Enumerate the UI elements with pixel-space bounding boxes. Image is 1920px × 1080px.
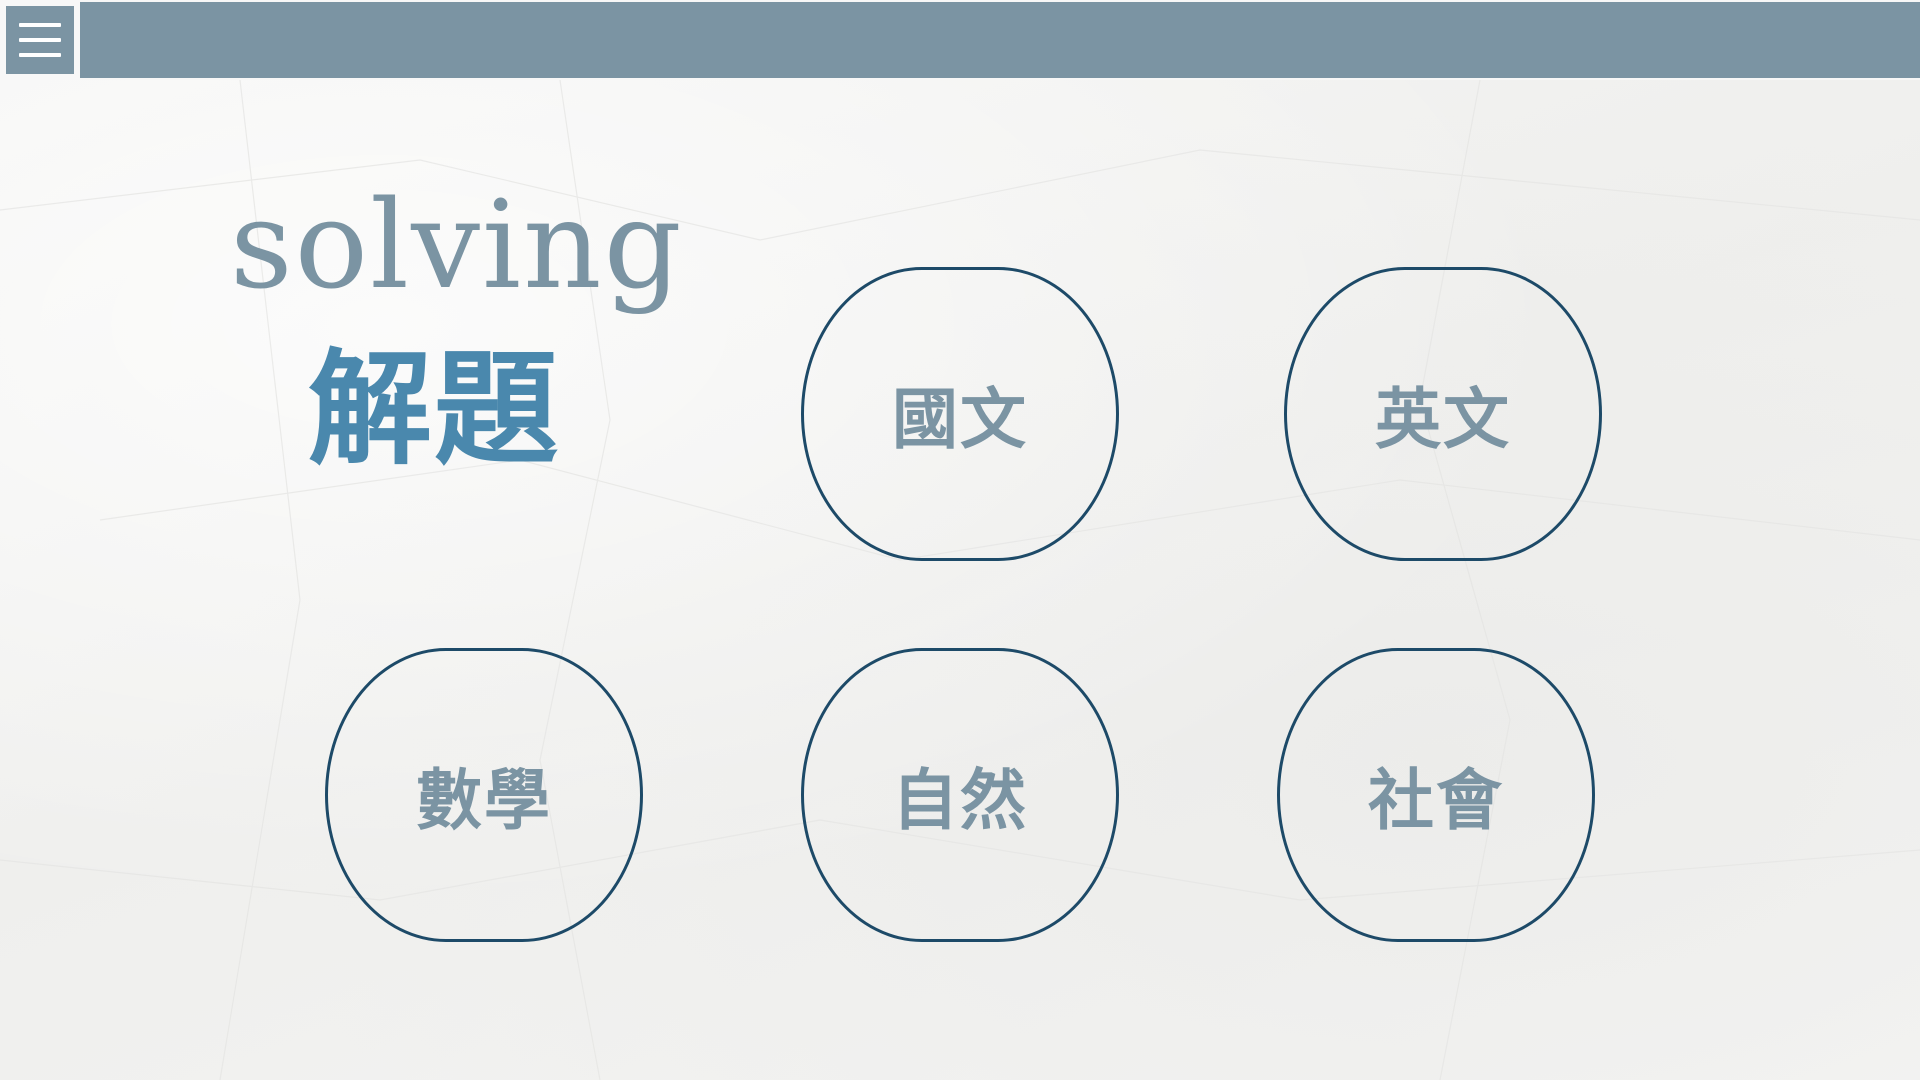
subject-button-english[interactable]: 英文 bbox=[1284, 267, 1602, 561]
subject-label: 國文 bbox=[892, 381, 1028, 458]
subject-button-chinese[interactable]: 國文 bbox=[801, 267, 1119, 561]
subject-label: 自然 bbox=[892, 762, 1028, 839]
subject-button-science[interactable]: 自然 bbox=[801, 648, 1119, 942]
top-bar bbox=[0, 0, 1920, 80]
subject-label: 社會 bbox=[1368, 762, 1504, 839]
subject-button-social[interactable]: 社會 bbox=[1277, 648, 1595, 942]
page-title-chinese: 解題 bbox=[308, 338, 561, 482]
header-strip bbox=[80, 2, 1920, 78]
page-title-english: solving bbox=[230, 174, 684, 316]
subject-button-math[interactable]: 數學 bbox=[325, 648, 643, 942]
menu-button[interactable] bbox=[6, 6, 74, 74]
subject-label: 數學 bbox=[416, 762, 552, 839]
subject-label: 英文 bbox=[1375, 381, 1511, 458]
